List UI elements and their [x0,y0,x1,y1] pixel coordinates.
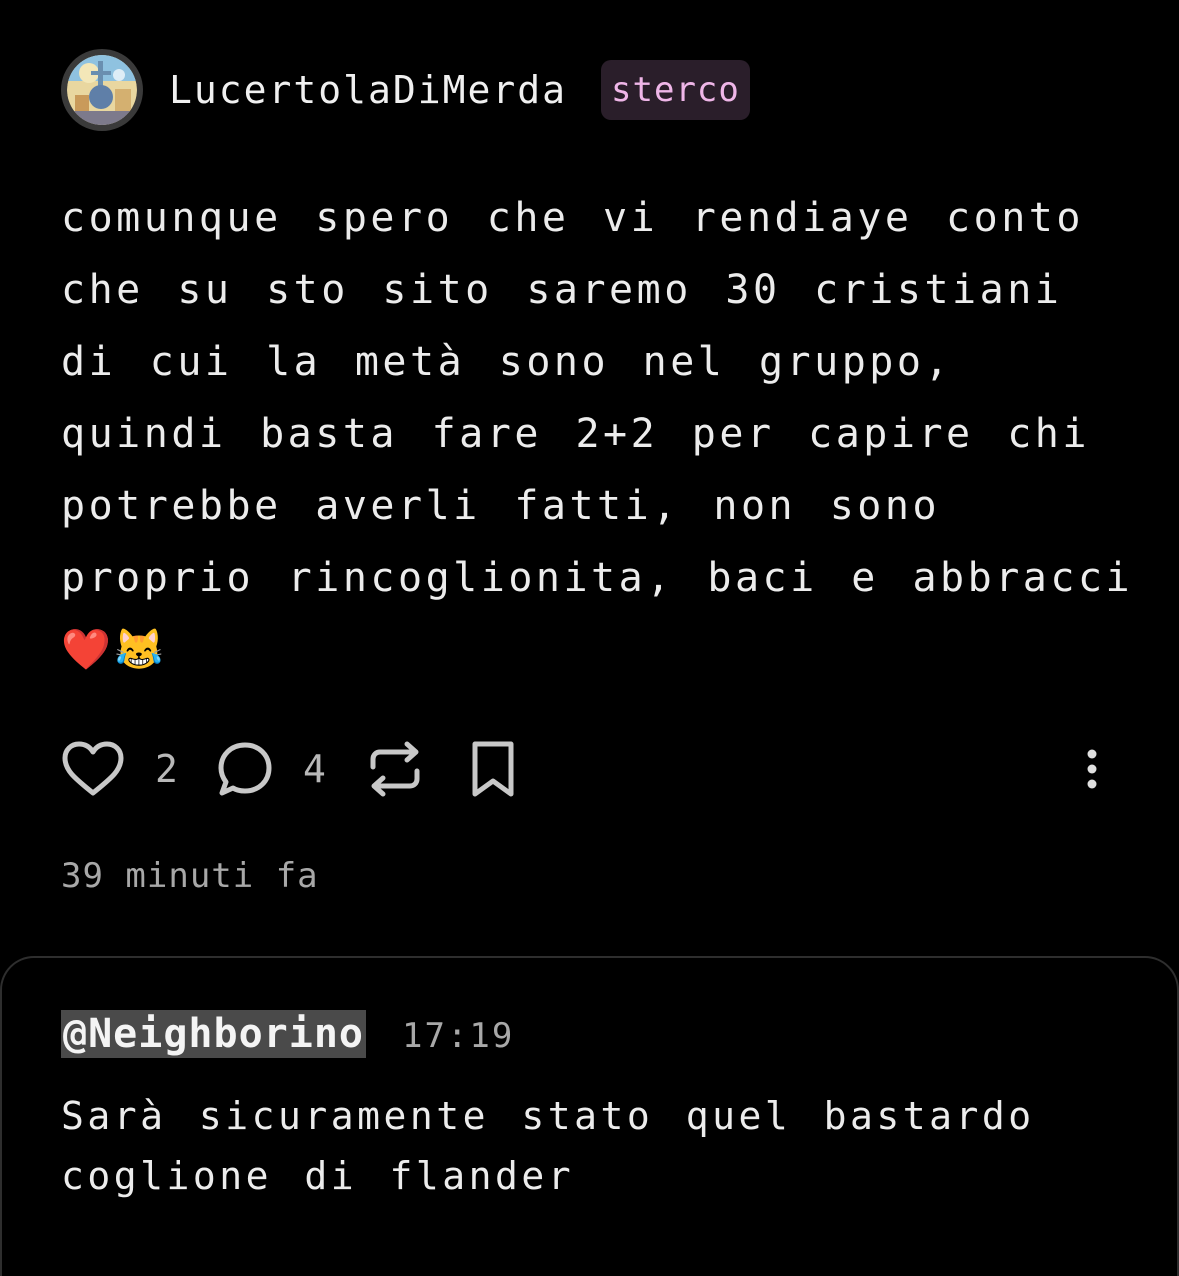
avatar-image [67,55,137,125]
reply-text: Sarà sicuramente stato quel bastardo cog… [61,1094,1035,1198]
reply-panel: @Neighborino 17:19 Sarà sicuramente stat… [0,956,1179,1276]
avatar[interactable] [61,49,143,131]
bookmark-icon[interactable] [465,736,521,802]
more-vertical-icon[interactable] [1077,736,1107,802]
comment-bubble-icon[interactable] [215,736,275,802]
reply-time: 17:19 [402,1016,515,1056]
comment-count: 4 [303,747,326,791]
post-actions: 2 4 [61,736,1121,802]
author-badge: sterco [601,60,750,120]
post-header: LucertolaDiMerda sterco [61,48,750,132]
reply-mention[interactable]: @Neighborino [61,1010,366,1058]
repost-icon[interactable] [367,736,423,802]
post-timestamp: 39 minuti fa [61,856,319,896]
like-count: 2 [155,747,178,791]
author-username[interactable]: LucertolaDiMerda [169,68,567,112]
post-text: comunque spero che vi rendiaye conto che… [61,195,1134,673]
heart-icon[interactable] [61,736,125,802]
